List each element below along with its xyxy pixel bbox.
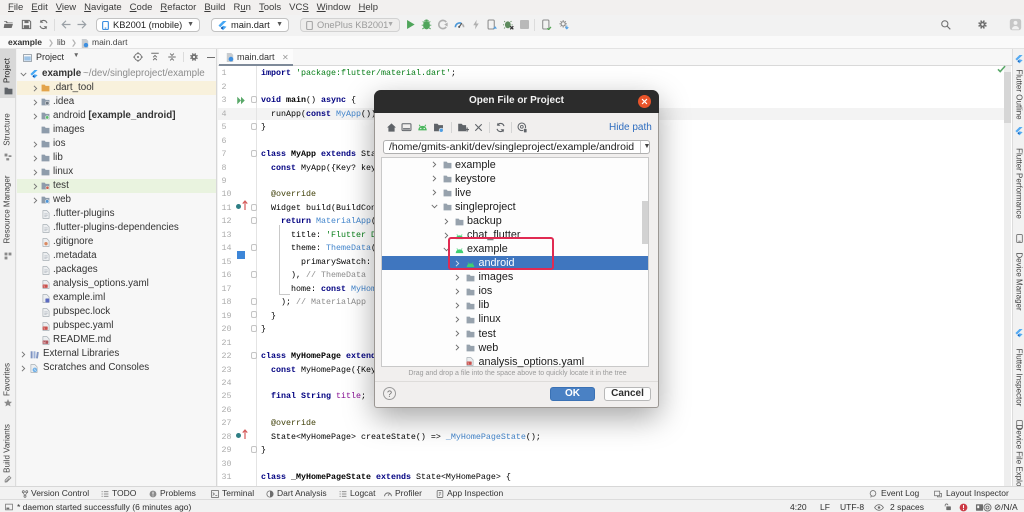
svg-text:Y: Y [467, 361, 469, 365]
svg-text:Y: Y [43, 326, 45, 330]
svg-text:Y: Y [43, 284, 45, 288]
